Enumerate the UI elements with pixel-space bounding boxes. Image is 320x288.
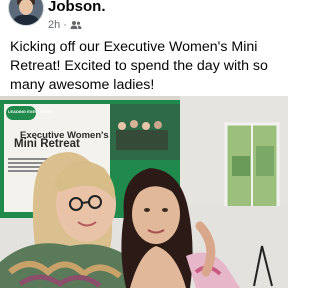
post-meta: 2h · — [48, 19, 82, 31]
post-text: Kicking off our Executive Women's Mini R… — [10, 39, 268, 93]
post-timestamp[interactable]: 2h — [48, 19, 60, 31]
author-avatar[interactable] — [8, 0, 44, 26]
post-header: Jobson. 2h · — [0, 0, 288, 34]
friends-icon[interactable] — [70, 20, 82, 30]
author-name[interactable]: Jobson. — [48, 0, 106, 15]
separator-dot: · — [63, 19, 67, 31]
post-photo[interactable] — [0, 96, 288, 288]
